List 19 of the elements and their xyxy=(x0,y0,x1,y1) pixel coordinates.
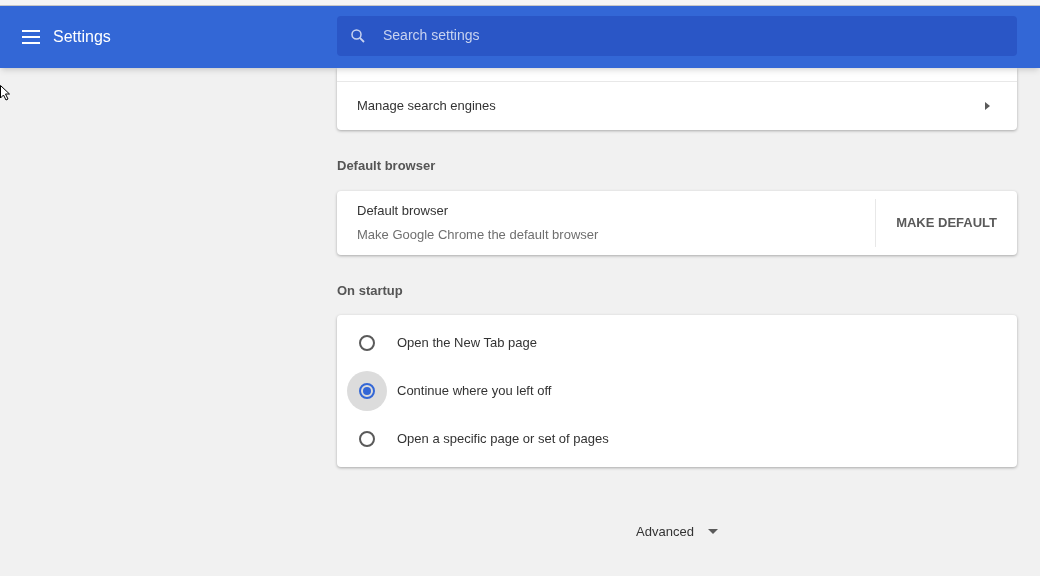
search-bar[interactable]: Search settings xyxy=(337,15,1017,56)
radio-button[interactable] xyxy=(347,371,387,411)
radio-label: Open a specific page or set of pages xyxy=(397,430,609,449)
manage-search-engines-row[interactable]: Manage search engines xyxy=(337,82,1017,130)
search-field[interactable]: Search settings xyxy=(383,25,1005,46)
make-default-button[interactable]: MAKE DEFAULT xyxy=(896,212,997,233)
arrow-right-icon xyxy=(985,102,990,110)
setting-description: Make Google Chrome the default browser xyxy=(357,225,600,244)
caret-icon xyxy=(707,529,718,535)
cursor-icon xyxy=(0,85,10,101)
search-icon xyxy=(349,26,367,45)
advanced-toggle[interactable]: Advanced xyxy=(636,522,718,542)
radio-label: Open the New Tab page xyxy=(397,334,537,353)
page-title: Settings xyxy=(53,27,111,47)
radio-label: Continue where you left off xyxy=(397,382,552,401)
setting-title: Default browser xyxy=(357,202,450,220)
section-heading: Default browser xyxy=(337,157,437,175)
section-heading: On startup xyxy=(337,281,404,300)
menu-icon[interactable] xyxy=(22,30,40,44)
